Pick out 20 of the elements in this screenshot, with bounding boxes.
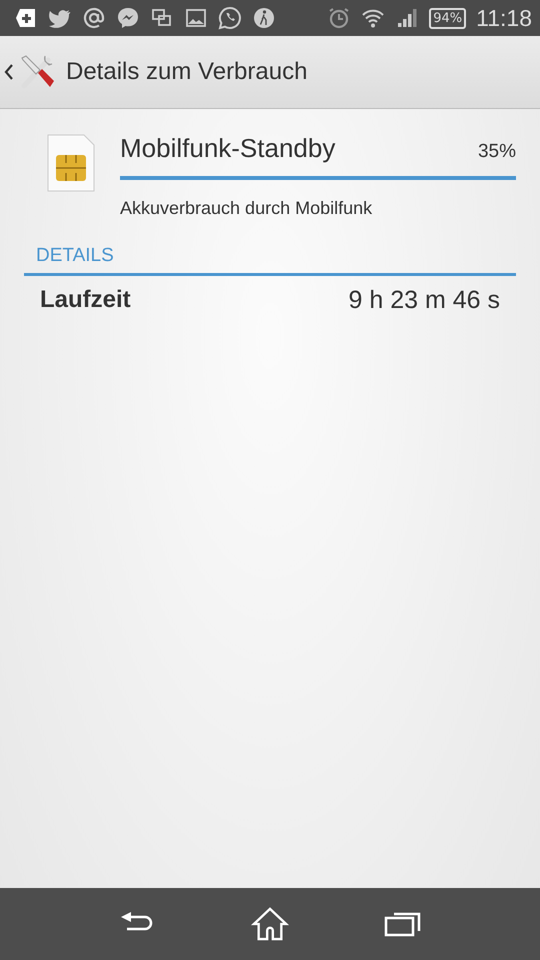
section-header: DETAILS — [24, 245, 516, 276]
home-icon[interactable] — [250, 907, 290, 941]
plus-shield-icon — [14, 6, 38, 30]
sim-card-icon — [46, 133, 96, 193]
battery-indicator: 94% — [429, 8, 466, 28]
usage-description: Akkuverbrauch durch Mobilfunk — [120, 198, 374, 219]
app-name: Mobilfunk-Standby — [120, 133, 336, 164]
detail-value: 9 h 23 m 46 s — [348, 286, 500, 315]
chat-bubble-icon — [116, 6, 140, 30]
at-sign-icon — [82, 6, 106, 30]
walking-figure-icon — [252, 6, 276, 30]
image-icon — [184, 6, 208, 30]
phone-bubble-icon — [218, 6, 242, 30]
detail-label: Laufzeit — [40, 286, 131, 315]
screen-title: Details zum Verbrauch — [66, 58, 308, 86]
alarm-clock-icon — [327, 6, 352, 30]
usage-percent: 35% — [478, 141, 516, 163]
clock: 11:18 — [476, 4, 532, 32]
chevron-icon — [4, 63, 14, 81]
signal-bars-icon — [395, 6, 420, 30]
